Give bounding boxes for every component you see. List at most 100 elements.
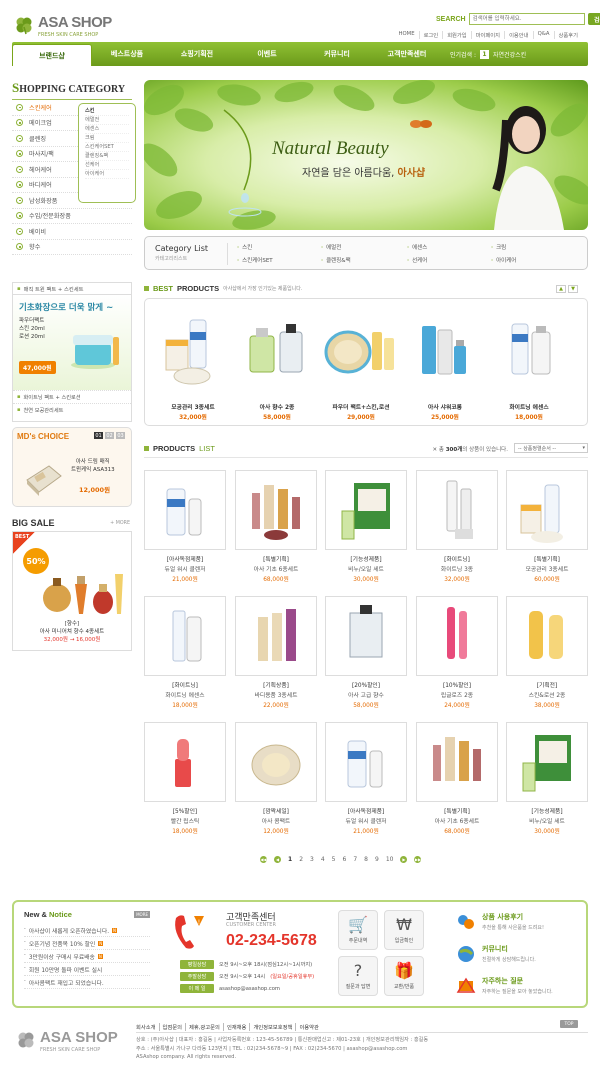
promo-link[interactable]: ▪ 화이트닝 팩트 + 스킨로션 [13,390,131,403]
subcategory-item[interactable]: 아이케어 [85,170,129,179]
subcategory-item[interactable]: 클렌징&팩 [85,152,129,161]
prev-page-icon[interactable]: ◀ [274,856,281,863]
bigsale-more-link[interactable]: + MORE [110,521,130,526]
nav-best[interactable]: 베스트상품 [92,42,162,66]
news-item[interactable]: 3만원이상 구매시 무료배송N [24,950,150,963]
page-link[interactable]: 6 [343,856,347,863]
footer-link[interactable]: 이용약관 [295,1023,322,1031]
product-card[interactable]: [기획전] 스킨&로션 2종 38,000원 [506,596,588,709]
top-link-guide[interactable]: 이용안내 [504,31,533,39]
category-link[interactable]: 스킨 [237,243,252,251]
best-item[interactable]: 파우더 팩트+스킨,로션 29,000원 [320,310,402,421]
top-link-qna[interactable]: Q&A [532,31,554,39]
subcategory-item[interactable]: 선케어 [85,161,129,170]
subcategory-item[interactable]: 크림 [85,134,129,143]
category-link[interactable]: 아이케어 [491,256,516,264]
news-item[interactable]: 아사콤팩트 재입고 되었습니다. [24,976,150,989]
page-link[interactable]: 4 [321,856,325,863]
page-link[interactable]: 9 [375,856,379,863]
subcategory-item[interactable]: 스킨 [85,107,129,116]
next-page-icon[interactable]: ▶ [400,856,408,863]
side-promo[interactable]: ▪ 매직 트윈 팩트 + 스킨세트 기초화장으로 더욱 맑게 ~ 파우더팩트 스킨 … [12,282,132,422]
footer-link[interactable]: 회사소개 [136,1023,159,1031]
best-item[interactable]: 화이트닝 에센스 18,000원 [488,310,570,421]
subcategory-item[interactable]: 에센스 [85,125,129,134]
best-item[interactable]: 아사 향수 2종 58,000원 [236,310,318,421]
mds-page[interactable]: 01 [94,432,103,439]
promo-link[interactable]: ▪ 천연 모공관리세트 [13,403,131,416]
nav-customer[interactable]: 고객만족센터 [372,42,442,66]
product-card[interactable]: [깜짝세일] 아사 콤팩트 12,000원 [235,722,317,835]
sort-select[interactable]: -- 상품정렬순서 -- ▾ [514,443,588,453]
arrow-up-icon[interactable]: ▲ [556,285,566,293]
popular-term[interactable]: 자연건강스킨 [493,50,526,59]
order-history-button[interactable]: 🛒 주문내역 [338,910,378,950]
community-link[interactable]: 커뮤니티 친절하게 상담해드립니다. [456,944,582,964]
reviews-link[interactable]: 상품 사용후기 추천을 통해 사은품을 드려요! [456,912,582,932]
subcategory-item[interactable]: 에멀전 [85,116,129,125]
top-link-join[interactable]: 회원가입 [442,31,471,39]
category-link[interactable]: 에센스 [407,243,427,251]
product-card[interactable]: [기획상품] 바디용품 3종세트 22,000원 [235,596,317,709]
faq-link[interactable]: 자주하는 질문 자주하는 질문을 모아 놓았습니다. [456,976,582,996]
search-input[interactable] [468,13,585,25]
mds-page[interactable]: 02 [105,432,114,439]
nav-community[interactable]: 커뮤니티 [302,42,372,66]
last-page-icon[interactable]: ▶▶ [414,856,422,863]
footer-link[interactable]: 인재채용 [222,1023,250,1031]
mds-choice[interactable]: MD's CHOICE 01 02 03 아사 드림 매직 트윈케익 ASA313… [12,427,132,507]
category-link[interactable]: 클렌징&팩 [321,256,351,264]
product-card[interactable]: [특별기획] 아사 기초 6종세트 68,000원 [416,722,498,835]
best-item[interactable]: 아사 샤워코롱 25,000원 [404,310,486,421]
footer-link[interactable]: 개인정보보호정책 [249,1023,295,1031]
page-link[interactable]: 7 [353,856,357,863]
qna-button[interactable]: ? 질문과 답변 [338,956,378,996]
category-item[interactable]: 베이비 [12,224,132,240]
news-item[interactable]: 아사샵이 새롭게 오픈하였습니다.N [24,924,150,937]
news-item[interactable]: 회원 10만명 돌파 이벤트 실시 [24,963,150,976]
product-card[interactable]: [기능성제품] 비누/오일 세트 30,000원 [325,470,407,583]
page-link[interactable]: 1 [288,856,292,863]
page-link[interactable]: 2 [299,856,303,863]
news-item[interactable]: 오픈기념 전품목 10% 할인N [24,937,150,950]
best-item[interactable]: 모공관리 3종세트 32,000원 [152,310,234,421]
top-link-login[interactable]: 로그인 [418,31,443,39]
first-page-icon[interactable]: ◀◀ [260,856,267,863]
product-card[interactable]: [20%할인] 아사 고급 향수 58,000원 [325,596,407,709]
main-banner[interactable]: Natural Beauty 자연을 담은 아름다움, 아사샵 [144,80,588,230]
top-link-mypage[interactable]: 마이페이지 [470,31,504,39]
product-card[interactable]: [화이트닝] 화이트닝 3종 32,000원 [416,470,498,583]
product-card[interactable]: [10%할인] 립글로즈 2종 24,000원 [416,596,498,709]
nav-event[interactable]: 이벤트 [232,42,302,66]
product-card[interactable]: [특별기획] 모공관리 3종세트 60,000원 [506,470,588,583]
bigsale-product[interactable]: BEST 50% [향수] 아사 미니어쳐 향수 4종세트 32,000원 → … [12,531,132,651]
logo[interactable]: ASA SHOP FRESH SKIN CARE SHOP [14,12,124,42]
product-card[interactable]: [기능성제품] 비누/오일 세트 30,000원 [506,722,588,835]
category-link[interactable]: 스킨케어SET [237,256,273,264]
footer-link[interactable]: 제휴,광고문의 [185,1023,223,1031]
top-link-reviews[interactable]: 상품후기 [553,31,583,39]
product-card[interactable]: [5%할인] 빨간 립스틱 18,000원 [144,722,226,835]
top-button[interactable]: TOP [560,1020,578,1028]
category-link[interactable]: 크림 [491,243,506,251]
page-link[interactable]: 8 [364,856,368,863]
top-link-home[interactable]: HOME [394,31,418,39]
category-item[interactable]: 수입/전문화장품 [12,209,132,224]
nav-brandshop[interactable]: 브랜드샵 [12,44,92,66]
product-card[interactable]: [특별기획] 아사 기초 6종세트 68,000원 [235,470,317,583]
deposit-check-button[interactable]: ₩ 입금확인 [384,910,424,950]
category-link[interactable]: 선케어 [407,256,427,264]
product-card[interactable]: [아사독점제품] 듀얼 워시 클렌저 21,000원 [144,470,226,583]
category-link[interactable]: 에멀전 [321,243,341,251]
page-link[interactable]: 5 [332,856,336,863]
product-card[interactable]: [화이트닝] 화이트닝 에센스 18,000원 [144,596,226,709]
exchange-return-button[interactable]: 🎁 교환/반품 [384,956,424,996]
subcategory-item[interactable]: 스킨케어SET [85,143,129,152]
nav-special[interactable]: 쇼핑기획전 [162,42,232,66]
category-item[interactable]: 향수 [12,240,132,255]
news-more-link[interactable]: MORE [134,911,150,918]
arrow-down-icon[interactable]: ▼ [568,285,578,293]
footer-link[interactable]: 입점문의 [158,1023,186,1031]
page-link[interactable]: 10 [386,856,394,863]
product-card[interactable]: [아사독점제품] 듀얼 워시 클렌저 21,000원 [325,722,407,835]
